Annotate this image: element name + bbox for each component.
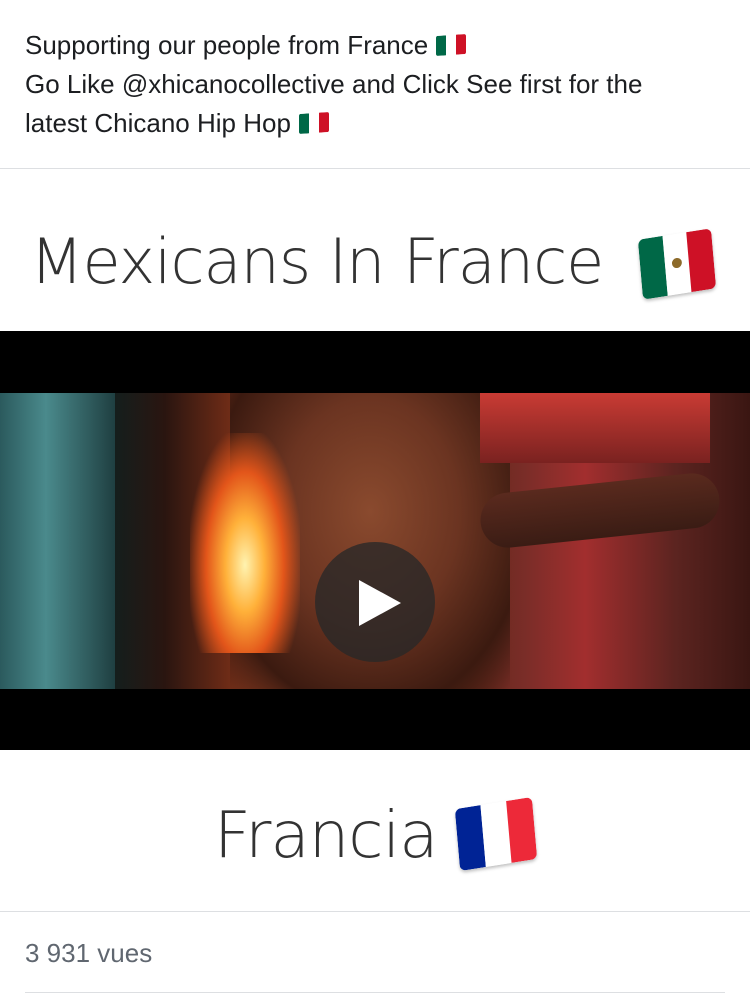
mexico-flag-icon xyxy=(436,33,467,56)
caption-line-3-text: latest Chicano Hip Hop xyxy=(25,108,291,138)
caption-line-1-text: Supporting our people from France xyxy=(25,30,429,60)
play-icon xyxy=(359,580,401,626)
caption-line-1: Supporting our people from France xyxy=(25,26,735,65)
red-awning xyxy=(480,393,710,463)
play-button[interactable] xyxy=(315,542,435,662)
mexico-flag-icon xyxy=(298,111,329,134)
video-thumbnail xyxy=(0,393,750,689)
video-player[interactable] xyxy=(0,331,750,750)
top-divider xyxy=(0,168,750,169)
video-bottom-title: Francia xyxy=(214,799,438,873)
mexico-flag-icon xyxy=(637,228,717,300)
fire-flames xyxy=(190,433,300,653)
arm-with-knife xyxy=(477,470,723,551)
video-top-title: Mexicans In France xyxy=(30,225,604,298)
post-caption: Supporting our people from France Go Lik… xyxy=(25,26,735,143)
steel-surface xyxy=(0,393,115,689)
caption-line-3: latest Chicano Hip Hop xyxy=(25,104,735,143)
view-count: 3 931 vues xyxy=(25,938,153,968)
footer-divider xyxy=(25,992,725,993)
bottom-divider xyxy=(0,911,750,912)
france-flag-icon xyxy=(454,796,538,872)
caption-line-2: Go Like @xhicanocollective and Click See… xyxy=(25,69,643,99)
